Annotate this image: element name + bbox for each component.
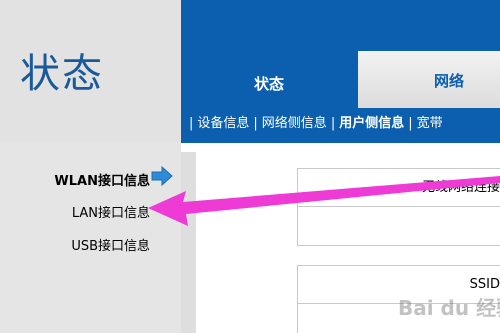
watermark: Bai du 经验: [398, 296, 500, 320]
annotation-arrow-icon: [148, 176, 500, 226]
